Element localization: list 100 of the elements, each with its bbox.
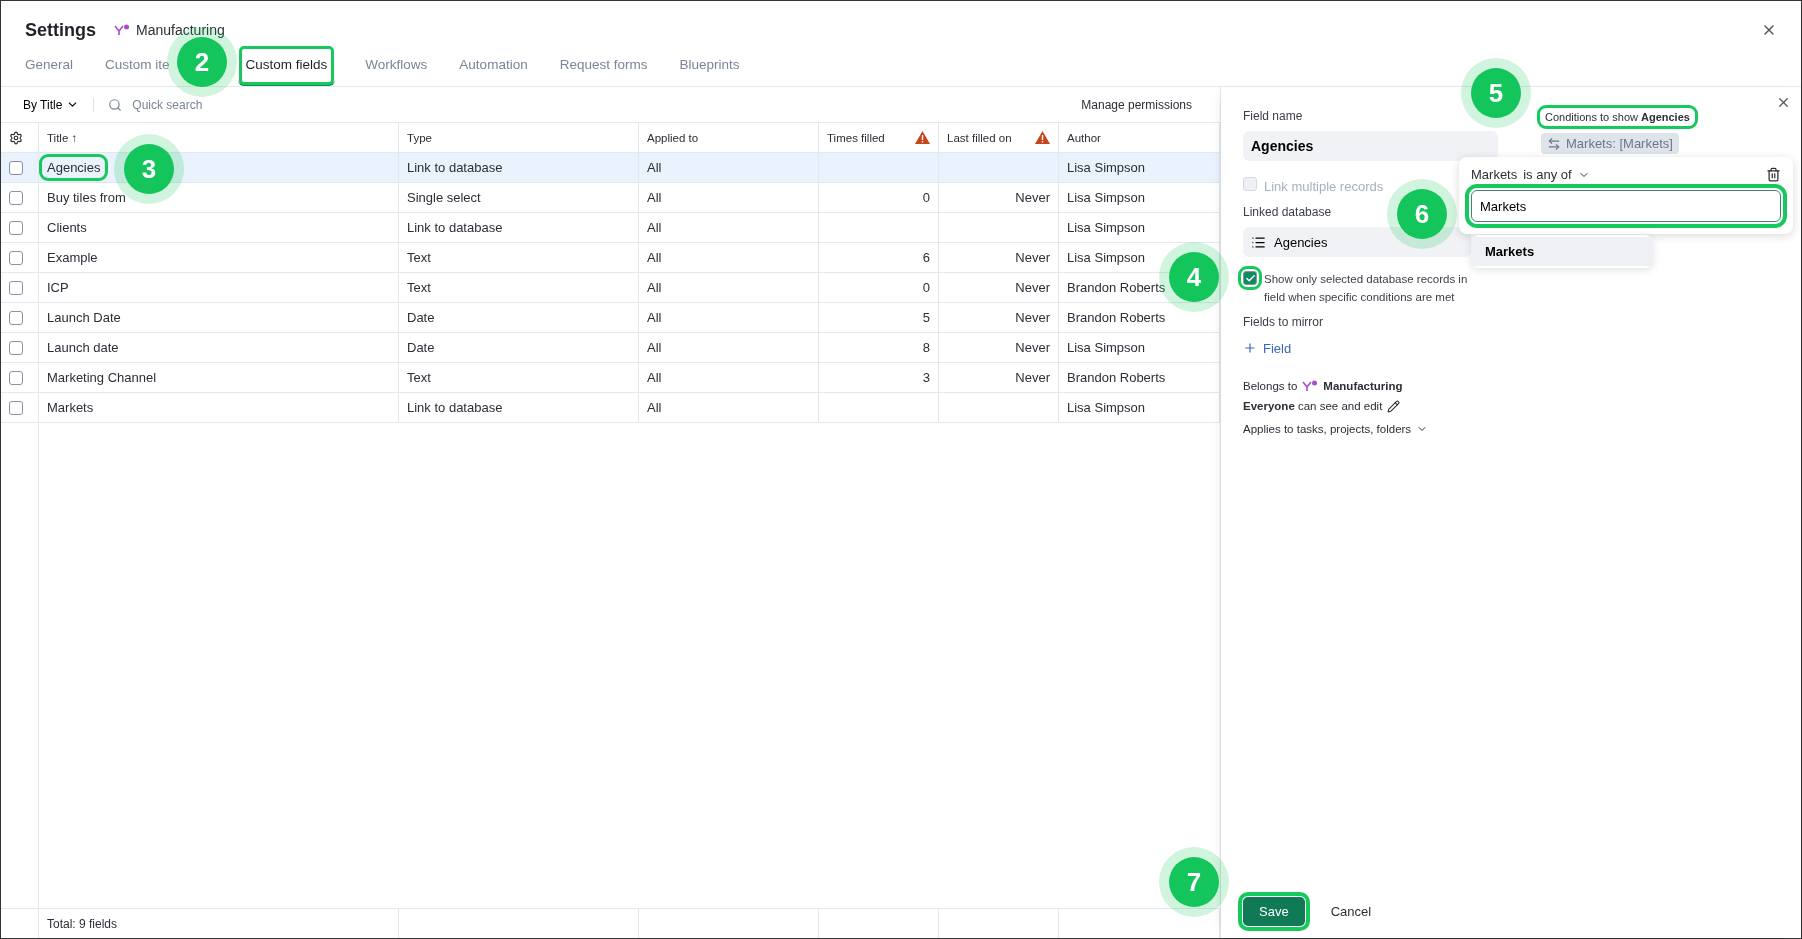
checkbox[interactable] bbox=[9, 220, 23, 235]
step-badge: 5 bbox=[1471, 68, 1521, 118]
checkbox-label: Show only selected database records in bbox=[1264, 272, 1468, 288]
table-cell: ICP bbox=[39, 273, 399, 302]
table-cell: Brandon Roberts bbox=[1059, 363, 1220, 392]
table-row[interactable]: Marketing Channel Text All 3 Never Brandon Roberts bbox=[1, 363, 1220, 393]
list-icon bbox=[1251, 234, 1266, 250]
table-cell: All bbox=[639, 183, 819, 212]
table-cell: Link to database bbox=[399, 393, 639, 422]
checkbox-label: field when specific conditions are met bbox=[1264, 289, 1456, 305]
window-title: Settings bbox=[25, 19, 96, 41]
table-cell: Text bbox=[399, 273, 639, 302]
checkbox[interactable] bbox=[9, 280, 23, 295]
table-cell: Lisa Simpson bbox=[1059, 213, 1220, 242]
table-row[interactable]: Launch Date Date All 5 Never Brandon Roberts bbox=[1, 303, 1220, 333]
table-cell: All bbox=[639, 393, 819, 422]
field-label: Linked database bbox=[1243, 205, 1332, 220]
column-header[interactable]: Applied to bbox=[639, 123, 819, 152]
table-cell: Clients bbox=[39, 213, 399, 242]
dropdown-option[interactable]: Markets bbox=[1471, 237, 1653, 266]
table-cell: Never bbox=[939, 333, 1059, 362]
table-cell: Link to database bbox=[399, 153, 639, 182]
table-cell: Launch Date bbox=[39, 303, 399, 332]
manage-permissions-button[interactable]: Manage permissions bbox=[1075, 96, 1198, 113]
table-row[interactable]: Clients Link to database All Lisa Simpson bbox=[1, 213, 1220, 243]
condition-chip[interactable]: Markets: [Markets] bbox=[1541, 133, 1679, 154]
checkbox[interactable] bbox=[9, 400, 23, 415]
table-cell: Never bbox=[939, 273, 1059, 302]
checkbox[interactable] bbox=[9, 160, 23, 175]
table-cell: Text bbox=[399, 243, 639, 272]
table-row[interactable]: Buy tiles from Single select All 0 Never Lisa Simpson bbox=[1, 183, 1220, 213]
table-cell: All bbox=[639, 273, 819, 302]
column-header[interactable]: Author bbox=[1059, 123, 1220, 152]
plus-icon bbox=[1243, 341, 1257, 356]
space-icon bbox=[114, 24, 130, 36]
condition-field[interactable]: Markets bbox=[1471, 167, 1518, 182]
column-header[interactable]: Type bbox=[399, 123, 639, 152]
belongs-label: Belongs to bbox=[1243, 379, 1298, 392]
tab[interactable]: Workflows bbox=[363, 45, 430, 86]
close-button[interactable] bbox=[1776, 95, 1791, 110]
total-count: Total: 9 fields bbox=[47, 916, 118, 931]
checkbox[interactable] bbox=[1243, 271, 1257, 286]
table-cell: Never bbox=[939, 183, 1059, 212]
tab[interactable]: Request forms bbox=[557, 45, 650, 86]
table-row[interactable]: Launch date Date All 8 Never Lisa Simpson bbox=[1, 333, 1220, 363]
table-cell: 8 bbox=[819, 333, 939, 362]
field-label: Fields to mirror bbox=[1243, 314, 1323, 329]
space-name: Manufacturing bbox=[1323, 379, 1403, 392]
field-label: Field name bbox=[1243, 109, 1303, 123]
table-cell: Launch date bbox=[39, 333, 399, 362]
database-select[interactable]: Agencies bbox=[1243, 227, 1471, 258]
operator-dropdown[interactable]: is any of bbox=[1523, 167, 1572, 182]
table-cell: Date bbox=[399, 333, 639, 362]
search-icon bbox=[108, 97, 123, 112]
table-cell: Single select bbox=[399, 183, 639, 212]
table-cell: Link to database bbox=[399, 213, 639, 242]
edit-icon[interactable] bbox=[1387, 399, 1401, 413]
space-name: Manufacturing bbox=[136, 22, 225, 38]
sort-dropdown[interactable]: By Title bbox=[23, 97, 95, 112]
tab[interactable]: Blueprints bbox=[677, 45, 742, 86]
delete-icon[interactable] bbox=[1766, 167, 1781, 182]
checkbox[interactable] bbox=[9, 310, 23, 325]
checkbox[interactable] bbox=[9, 250, 23, 265]
column-header[interactable]: Last filled on bbox=[939, 123, 1059, 152]
swap-icon bbox=[1547, 136, 1561, 151]
table-cell: 6 bbox=[819, 243, 939, 272]
table-cell: 0 bbox=[819, 273, 939, 302]
tab[interactable]: General bbox=[23, 45, 76, 86]
table-cell: 3 bbox=[819, 363, 939, 392]
step-badge: 7 bbox=[1169, 857, 1219, 907]
table-cell: Text bbox=[399, 363, 639, 392]
checkbox[interactable] bbox=[9, 340, 23, 355]
access-text: Everyone can see and edit bbox=[1243, 400, 1383, 413]
settings-icon[interactable] bbox=[9, 130, 23, 145]
add-field-button[interactable]: Field bbox=[1243, 340, 1292, 356]
field-name-input[interactable]: Agencies bbox=[1243, 131, 1498, 161]
table-cell: Date bbox=[399, 303, 639, 332]
table-cell: 5 bbox=[819, 303, 939, 332]
table-cell: Never bbox=[939, 243, 1059, 272]
checkbox[interactable] bbox=[9, 190, 23, 205]
applies-dropdown[interactable]: Applies to tasks, projects, folders bbox=[1243, 422, 1412, 435]
table-cell: Markets bbox=[39, 393, 399, 422]
tab[interactable]: Custom ite bbox=[103, 45, 172, 86]
tab[interactable]: Automation bbox=[457, 45, 530, 86]
checkbox[interactable] bbox=[9, 370, 23, 385]
column-header[interactable]: Times filled bbox=[819, 123, 939, 152]
checkbox-label: Link multiple records bbox=[1264, 178, 1384, 196]
step-badge: 2 bbox=[177, 37, 227, 87]
table-cell: Lisa Simpson bbox=[1059, 183, 1220, 212]
step-badge: 6 bbox=[1397, 189, 1447, 239]
table-cell: 0 bbox=[819, 183, 939, 212]
table-row[interactable]: Markets Link to database All Lisa Simpson bbox=[1, 393, 1220, 423]
cancel-button[interactable]: Cancel bbox=[1324, 903, 1378, 920]
space-icon bbox=[1302, 379, 1319, 392]
table-cell: Lisa Simpson bbox=[1059, 153, 1220, 182]
table-cell: All bbox=[639, 243, 819, 272]
warning-icon bbox=[1035, 131, 1050, 144]
table-cell: All bbox=[639, 303, 819, 332]
table-cell: Lisa Simpson bbox=[1059, 333, 1220, 362]
table-cell: All bbox=[639, 363, 819, 392]
